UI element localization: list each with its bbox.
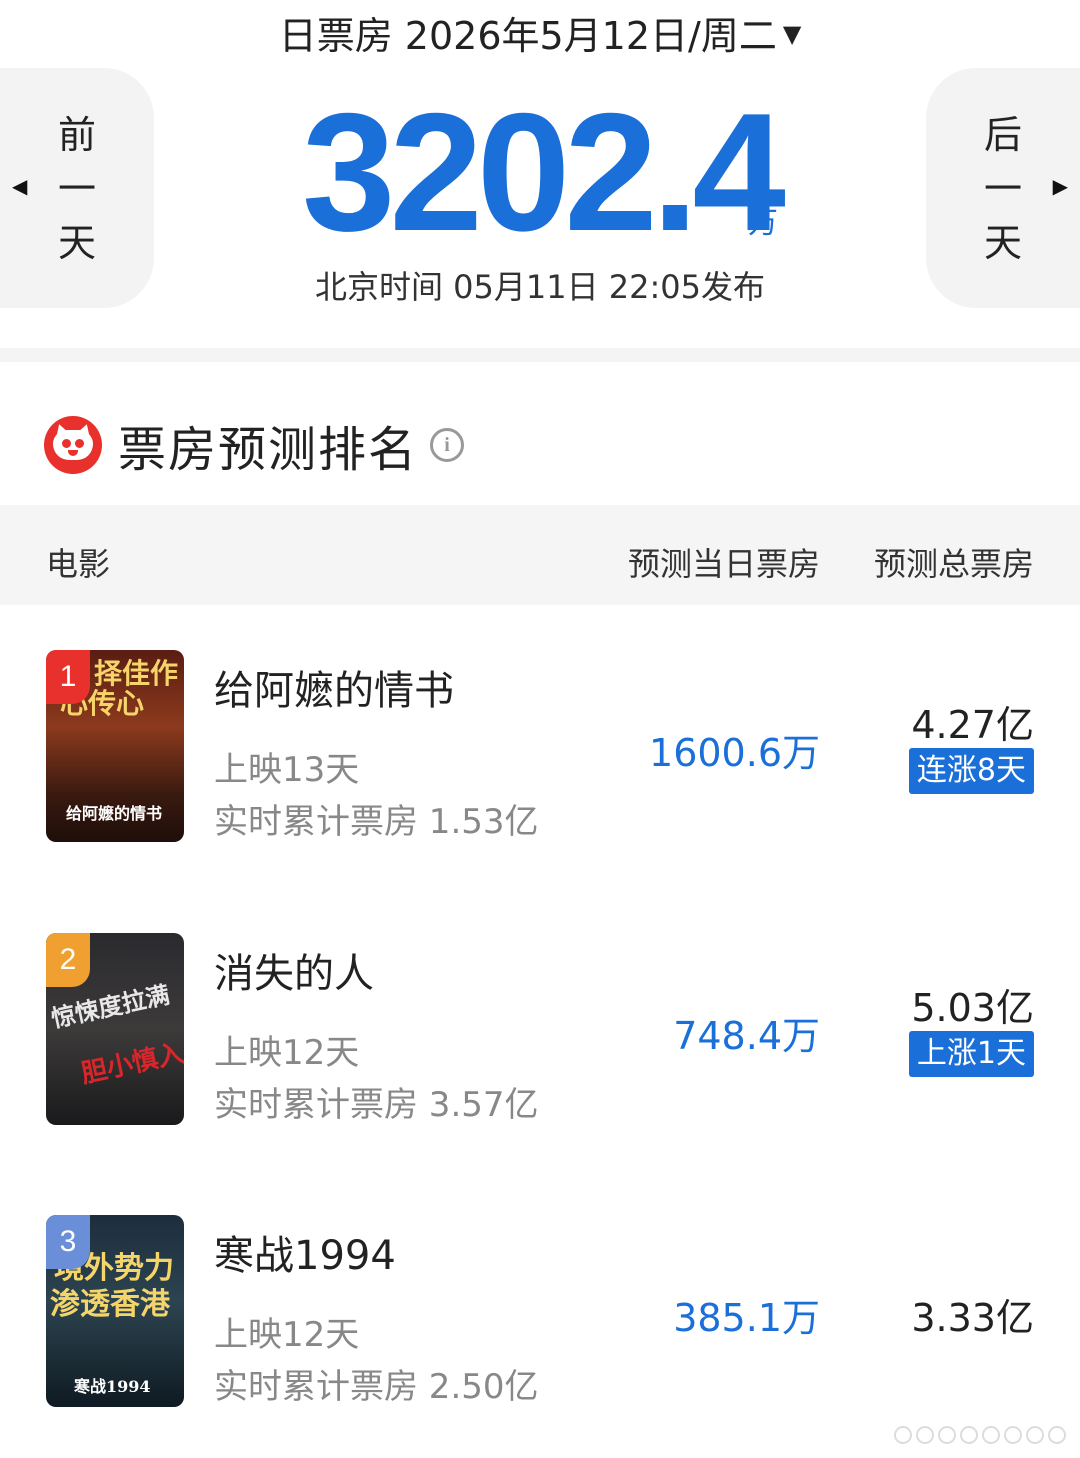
trend-badge: 上涨1天 <box>908 1031 1034 1077</box>
days-showing: 上映13天 <box>214 750 360 790</box>
watermark-icon <box>894 1426 1066 1444</box>
total-forecast: 5.03亿 <box>911 986 1034 1030</box>
prev-day-label: 前 一 天 <box>52 108 102 270</box>
movie-title: 寒战1994 <box>214 1233 396 1279</box>
total-forecast: 3.33亿 <box>911 1296 1034 1340</box>
movie-poster: 1 择佳作 心传心 给阿嬷的情书 <box>46 650 184 842</box>
poster-text: 胆小慎入 <box>78 1038 184 1090</box>
poster-text: 渗透香港 <box>50 1287 170 1322</box>
prev-day-char: 一 <box>57 167 96 211</box>
info-icon[interactable]: i <box>430 428 465 462</box>
publish-time: 北京时间 05月11日 22:05发布 <box>314 268 765 306</box>
next-day-char: 后 <box>983 113 1022 157</box>
date-title: 日票房 2026年5月12日/周二 <box>278 13 777 58</box>
daily-forecast: 1600.6万 <box>649 731 820 775</box>
date-selector[interactable]: 日票房 2026年5月12日/周二 ▼ <box>0 0 1080 64</box>
cumulative-box-office: 实时累计票房 2.50亿 <box>214 1367 539 1407</box>
rank-badge: 1 <box>46 650 90 704</box>
maoyan-cat-logo-icon <box>44 416 102 474</box>
movie-poster: 2 惊悚度拉满 胆小慎入 <box>46 933 184 1125</box>
daily-forecast: 385.1万 <box>673 1296 820 1340</box>
section-title: 票房预测排名 <box>118 422 419 478</box>
column-header-movie: 电影 <box>46 545 111 583</box>
movie-title: 消失的人 <box>214 951 374 997</box>
poster-text: 寒战1994 <box>74 1377 151 1396</box>
total-box-office-unit: 万 <box>748 206 778 241</box>
total-forecast: 4.27亿 <box>911 703 1034 747</box>
section-header: 票房预测排名 i <box>44 410 465 480</box>
next-day-char: 一 <box>983 167 1022 211</box>
section-divider <box>0 348 1080 362</box>
cumulative-box-office: 实时累计票房 1.53亿 <box>214 802 539 842</box>
prev-day-char: 前 <box>57 113 96 157</box>
table-header: 电影 预测当日票房 预测总票房 <box>0 505 1080 605</box>
poster-text: 给阿嬷的情书 <box>66 804 163 823</box>
triangle-right-icon: ▶ <box>1052 174 1068 198</box>
daily-forecast: 748.4万 <box>673 1014 820 1058</box>
trend-badge: 连涨8天 <box>908 748 1034 794</box>
movie-row[interactable]: 1 择佳作 心传心 给阿嬷的情书 给阿嬷的情书 上映13天 实时累计票房 1.5… <box>0 650 1080 850</box>
movie-poster: 3 境外势力 渗透香港 寒战1994 <box>46 1215 184 1407</box>
days-showing: 上映12天 <box>214 1315 360 1355</box>
movie-row[interactable]: 3 境外势力 渗透香港 寒战1994 寒战1994 上映12天 实时累计票房 2… <box>0 1215 1080 1415</box>
cumulative-box-office: 实时累计票房 3.57亿 <box>214 1085 539 1125</box>
total-box-office: 3202.4 万 <box>300 78 800 266</box>
days-showing: 上映12天 <box>214 1033 360 1073</box>
movie-row[interactable]: 2 惊悚度拉满 胆小慎入 消失的人 上映12天 实时累计票房 3.57亿 748… <box>0 933 1080 1133</box>
next-day-label: 后 一 天 <box>978 108 1028 270</box>
caret-down-icon: ▼ <box>782 20 802 48</box>
column-header-total-forecast[interactable]: 预测总票房 <box>874 539 1034 585</box>
triangle-left-icon: ◀ <box>12 174 28 198</box>
column-header-daily-forecast[interactable]: 预测当日票房 <box>628 539 820 585</box>
rank-badge: 2 <box>46 933 90 987</box>
total-box-office-value: 3202.4 <box>302 78 786 266</box>
rank-badge: 3 <box>46 1215 90 1269</box>
movie-title: 给阿嬷的情书 <box>214 668 454 714</box>
